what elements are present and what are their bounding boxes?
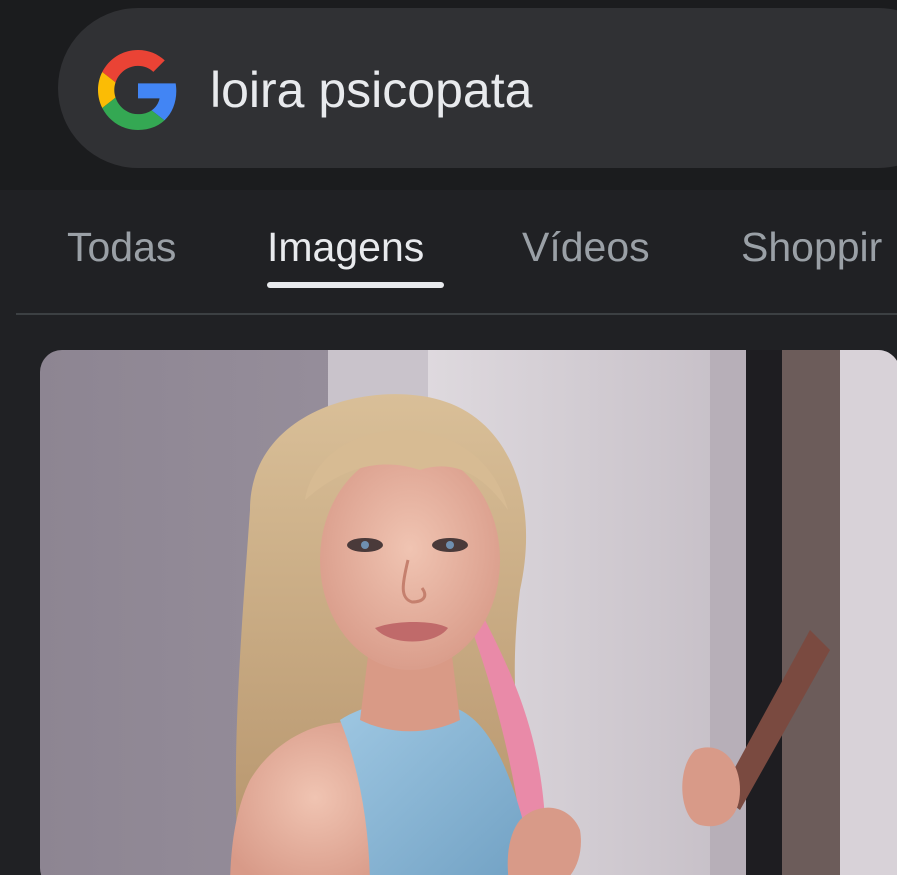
google-g-icon[interactable]	[98, 50, 178, 130]
tabs-divider	[16, 313, 897, 315]
active-tab-indicator	[267, 282, 444, 288]
tab-imagens[interactable]: Imagens	[267, 224, 424, 270]
tab-videos[interactable]: Vídeos	[522, 224, 650, 270]
google-search-page: loira psicopata Todas Imagens Vídeos Sho…	[0, 0, 897, 875]
thumbnail-photo	[40, 350, 897, 875]
image-result-thumbnail[interactable]	[40, 350, 897, 875]
tab-todas[interactable]: Todas	[67, 224, 176, 270]
tab-shopping[interactable]: Shoppir	[741, 224, 882, 270]
search-query-text[interactable]: loira psicopata	[210, 62, 532, 118]
